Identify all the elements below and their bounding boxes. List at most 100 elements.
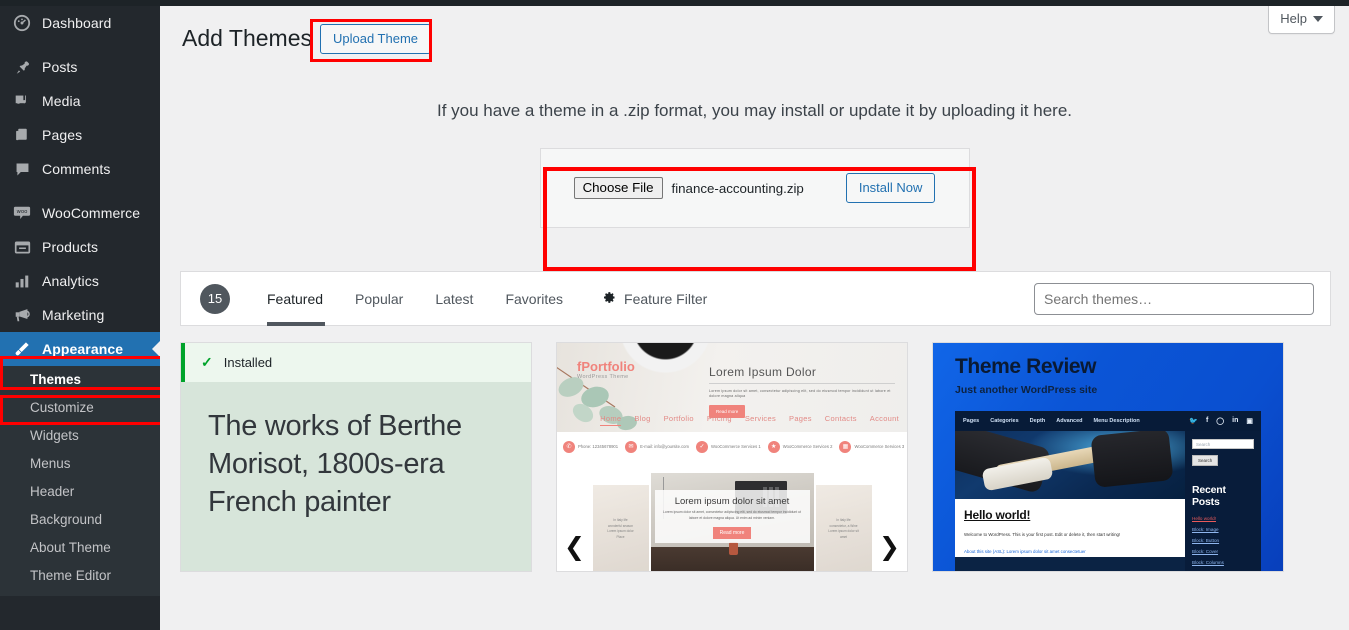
sidebar-item-pages[interactable]: Pages	[0, 118, 160, 152]
sidebar-item-media[interactable]: Media	[0, 84, 160, 118]
tab-favorites[interactable]: Favorites	[489, 271, 579, 326]
theme-upload-form: Choose File finance-accounting.zip Insta…	[539, 148, 970, 228]
vase-decoration	[728, 542, 738, 555]
megaphone-icon	[11, 305, 33, 325]
products-icon	[11, 237, 33, 257]
slide-overlay: Lorem ipsum dolor sit amet Lorem ipsum d…	[654, 490, 810, 543]
preview-hero-title: Lorem Ipsum Dolor	[709, 365, 817, 379]
side-slide-text: In Italy life wonderful season Lorem ipsum…	[607, 518, 634, 539]
comment-icon	[11, 159, 33, 179]
theme-preview-theme-review: Theme Review Just another WordPress site…	[933, 343, 1283, 571]
preview-nav-item: Advanced	[1056, 418, 1083, 424]
carousel-next-arrow[interactable]: ❯	[879, 534, 900, 559]
feature-filter-button[interactable]: Feature Filter	[601, 290, 707, 308]
search-input[interactable]	[1034, 282, 1314, 315]
recent-post-item: Block: Cover	[1192, 549, 1219, 554]
chevron-down-icon	[1313, 15, 1323, 22]
star-icon: ★	[767, 440, 780, 453]
preview-nav: Home Blog Portfolio Pricing Services Pag…	[600, 414, 899, 426]
sidebar-item-customize[interactable]: Customize	[0, 394, 160, 422]
sidebar-item-themes[interactable]: Themes	[0, 366, 160, 394]
social-icons: 🐦 f ◯ in ▣	[1189, 417, 1253, 425]
sidebar-label: Marketing	[42, 307, 105, 323]
preview-nav-item: Depth	[1029, 418, 1046, 424]
dashboard-icon	[11, 13, 33, 33]
theme-card-fportfolio[interactable]: fPortfolio WordPress Theme Lorem Ipsum D…	[556, 342, 908, 572]
theme-card-theme-review[interactable]: Theme Review Just another WordPress site…	[932, 342, 1284, 572]
preview-nav-item: Categories	[990, 418, 1019, 424]
preview-sidebar: Search Search Recent Posts Hello world! …	[1185, 431, 1261, 571]
pages-icon	[11, 125, 33, 145]
preview-main-column: Hello world! Welcome to WordPress. This …	[955, 431, 1185, 571]
sidebar-label: WooCommerce	[42, 205, 141, 221]
sidebar-item-menus[interactable]: Menus	[0, 450, 160, 478]
preview-hero-photo	[955, 431, 1185, 499]
sidebar-label: Analytics	[42, 273, 99, 289]
slide-title: Lorem ipsum dolor sit amet	[674, 496, 790, 508]
theme-grid: ✓ Installed The works of Berthe Morisot,…	[180, 342, 1331, 572]
preview-tagline: Just another WordPress site	[955, 384, 1098, 396]
slide-cta: Read more	[712, 527, 752, 539]
carousel-side-slide: In Italy life consectetur, a Wine Lorem ip…	[815, 485, 872, 571]
chip-label: WooCommerce Services 2	[782, 444, 833, 449]
preview-nav-item: Pages	[789, 414, 812, 423]
tab-latest[interactable]: Latest	[419, 271, 489, 326]
sidebar-item-woocommerce[interactable]: woo WooCommerce	[0, 196, 160, 230]
menu-separator	[0, 40, 160, 50]
photo-shape	[1090, 431, 1174, 489]
preview-logo-sub: WordPress Theme	[577, 374, 629, 380]
sidebar-item-widgets[interactable]: Widgets	[0, 422, 160, 450]
chip-label: Phone: 12345678901	[578, 444, 619, 449]
tab-featured[interactable]: Featured	[267, 271, 339, 326]
sidebar-label: Pages	[42, 127, 83, 143]
check-icon: ✓	[201, 354, 213, 370]
appearance-submenu: Themes Customize Widgets Menus Header Ba…	[0, 366, 160, 596]
preview-inner-frame: Pages Categories Depth Advanced Menu Des…	[955, 411, 1261, 571]
sidebar-item-dashboard[interactable]: Dashboard	[0, 6, 160, 40]
sidebar-item-header[interactable]: Header	[0, 478, 160, 506]
sidebar-label: Media	[42, 93, 81, 109]
theme-preview-berthe: The works of Berthe Morisot, 1800s-era F…	[181, 382, 531, 571]
sidebar-item-background[interactable]: Background	[0, 506, 160, 534]
theme-preview-title: The works of Berthe Morisot, 1800s-era F…	[208, 410, 462, 518]
sidebar-item-comments[interactable]: Comments	[0, 152, 160, 186]
theme-count-badge: 15	[200, 283, 230, 314]
github-icon: ◯	[1216, 418, 1225, 425]
instagram-icon: ▣	[1246, 418, 1253, 425]
sidebar-item-posts[interactable]: Posts	[0, 50, 160, 84]
mail-icon: ✉	[625, 440, 638, 453]
preview-nav-item: Pages	[963, 418, 980, 424]
help-button[interactable]: Help	[1268, 6, 1335, 34]
preview-body: Hello world! Welcome to WordPress. This …	[955, 431, 1261, 571]
install-now-button[interactable]: Install Now	[845, 173, 936, 203]
wp-admin-screen: Dashboard Posts Media Pages Comments woo…	[0, 0, 1349, 630]
divider	[709, 383, 895, 384]
facebook-icon: f	[1205, 417, 1209, 424]
sidebar-item-about-theme[interactable]: About Theme	[0, 534, 160, 562]
preview-info-chip: ▦ WooCommerce Services 3	[839, 440, 904, 453]
preview-site-title: Theme Review	[955, 355, 1097, 378]
theme-card-berthe[interactable]: ✓ Installed The works of Berthe Morisot,…	[180, 342, 532, 572]
sidebar-item-theme-editor[interactable]: Theme Editor	[0, 562, 160, 590]
help-label: Help	[1280, 11, 1307, 26]
file-input-row: Choose File finance-accounting.zip	[573, 177, 804, 199]
preview-nav-item: Pricing	[706, 414, 732, 423]
preview-nav-item: Account	[869, 414, 899, 423]
sidebar-item-marketing[interactable]: Marketing	[0, 298, 160, 332]
sidebar-item-products[interactable]: Products	[0, 230, 160, 264]
tab-popular[interactable]: Popular	[339, 271, 419, 326]
admin-sidebar: Dashboard Posts Media Pages Comments woo…	[0, 0, 160, 630]
theme-tabs: Featured Popular Latest Favorites	[267, 271, 579, 326]
upload-theme-button[interactable]: Upload Theme	[319, 24, 432, 54]
choose-file-button[interactable]: Choose File	[573, 177, 663, 199]
upload-description: If you have a theme in a .zip format, yo…	[436, 101, 1073, 120]
recent-post-item: Hello world!	[1192, 516, 1216, 521]
sidebar-label: Posts	[42, 59, 78, 75]
preview-info-bar: ✆ Phone: 12345678901 ✉ E-mail: info@your…	[557, 432, 907, 461]
sidebar-item-analytics[interactable]: Analytics	[0, 264, 160, 298]
preview-nav-item: Portfolio	[663, 414, 694, 423]
preview-recent-posts-title: Recent Posts	[1192, 484, 1226, 508]
sidebar-item-appearance[interactable]: Appearance	[0, 332, 160, 366]
carousel-prev-arrow[interactable]: ❮	[564, 534, 585, 559]
page-title: Add Themes	[182, 25, 312, 52]
